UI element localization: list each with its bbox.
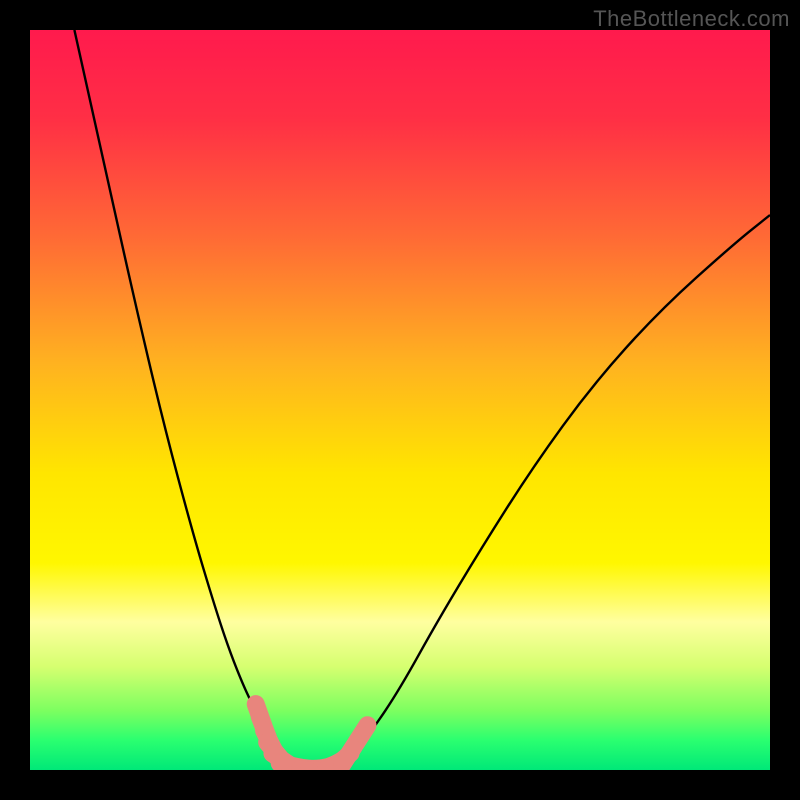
bottleneck-curve xyxy=(30,30,770,770)
watermark-text: TheBottleneck.com xyxy=(593,6,790,32)
marker-point xyxy=(354,726,370,742)
plot-area xyxy=(30,30,770,770)
chart-frame: TheBottleneck.com xyxy=(0,0,800,800)
